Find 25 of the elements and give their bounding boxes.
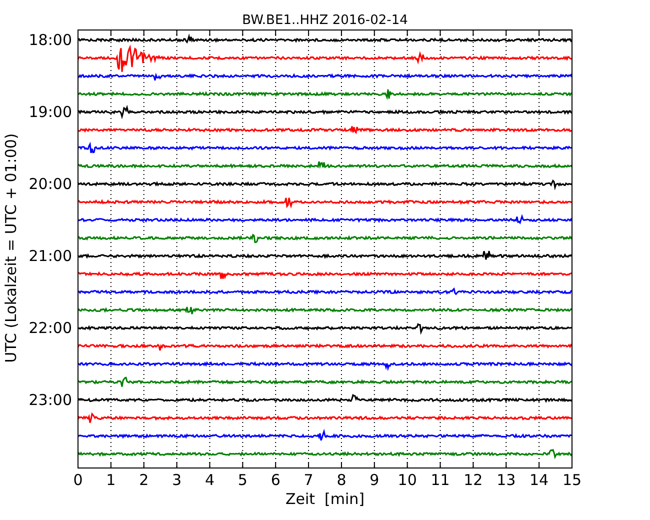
x-tick-label: 12 <box>464 471 483 489</box>
x-tick-label: 7 <box>304 471 314 489</box>
y-tick-label: 19:00 <box>28 103 72 121</box>
x-tick-label: 6 <box>270 471 280 489</box>
y-tick-label: 21:00 <box>28 247 72 265</box>
chart-title: BW.BE1..HHZ 2016-02-14 <box>242 13 408 28</box>
x-tick-label: 14 <box>530 471 549 489</box>
x-tick-label: 9 <box>370 471 380 489</box>
y-tick-label: 22:00 <box>28 319 72 337</box>
x-tick-label: 15 <box>562 471 582 489</box>
x-tick-label: 2 <box>139 471 149 489</box>
y-tick-label: 18:00 <box>28 31 72 49</box>
x-tick-label: 5 <box>238 471 248 489</box>
x-tick-label: 8 <box>336 471 346 489</box>
y-tick-label: 20:00 <box>28 175 72 193</box>
x-tick-label: 10 <box>398 471 417 489</box>
x-tick-label: 4 <box>204 471 214 489</box>
x-tick-label: 13 <box>496 471 516 489</box>
x-tick-label: 0 <box>73 471 83 489</box>
x-tick-label: 11 <box>430 471 450 489</box>
x-tick-label: 1 <box>106 471 116 489</box>
y-axis-label: UTC (Lokalzeit = UTC + 01:00) <box>2 133 20 363</box>
x-tick-label: 3 <box>172 471 182 489</box>
y-tick-label: 23:00 <box>28 391 72 409</box>
x-axis-label: Zeit [min] <box>285 490 365 508</box>
